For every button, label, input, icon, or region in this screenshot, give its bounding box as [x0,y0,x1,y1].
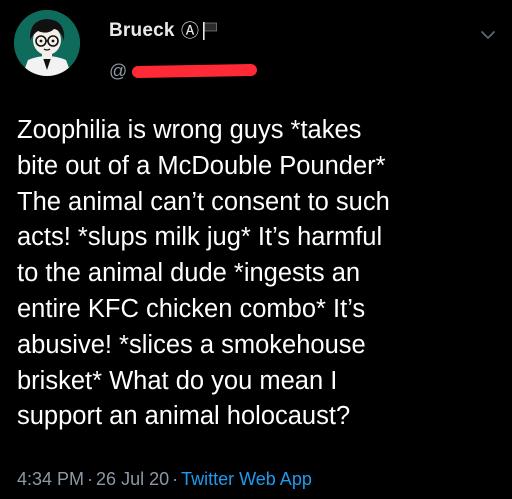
tweet-card: Brueck Ⓐ @ Zoophilia is wrong guys *take… [0,0,512,499]
tweet-source-link[interactable]: Twitter Web App [181,469,312,489]
tweet-metadata: 4:34 PM · 26 Jul 20 · Twitter Web App [17,468,312,490]
avatar[interactable] [14,10,80,76]
tweet-date[interactable]: 26 Jul 20 [96,469,169,489]
anarchy-icon: Ⓐ [181,21,199,41]
handle-prefix: @ [109,61,128,81]
author-handle[interactable]: @ [109,61,258,81]
meta-separator: · [87,469,94,489]
avatar-illustration [14,10,80,76]
meta-separator: · [172,469,179,489]
black-flag-icon [203,22,217,40]
tweet-text: Zoophilia is wrong guys *takes bite out … [17,116,390,431]
tweet-time[interactable]: 4:34 PM [17,469,84,489]
chevron-down-icon[interactable] [479,28,497,42]
author-display-name[interactable]: Brueck [109,20,175,42]
handle-redaction [132,63,258,79]
name-badges: Ⓐ [181,20,218,42]
